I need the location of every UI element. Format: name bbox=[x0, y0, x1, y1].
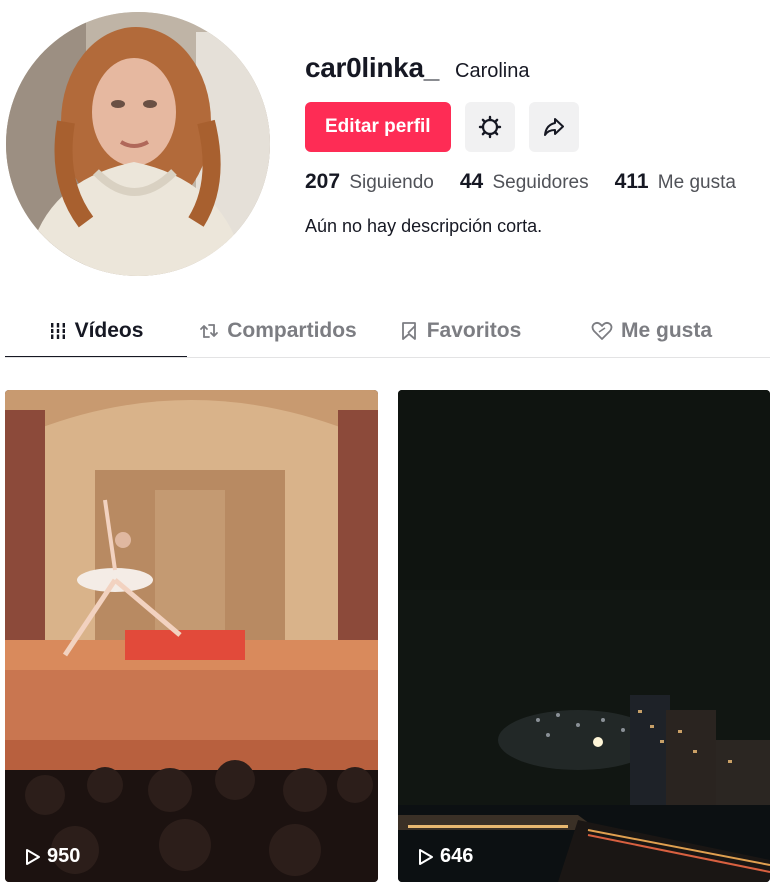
following-count: 207 bbox=[305, 170, 341, 193]
video-card[interactable]: 950 bbox=[5, 390, 378, 882]
tab-label: Me gusta bbox=[621, 319, 713, 342]
tab-liked[interactable]: Me gusta bbox=[551, 305, 770, 357]
gear-icon bbox=[478, 115, 501, 139]
followers-count: 44 bbox=[459, 170, 484, 193]
profile-actions: Editar perfil bbox=[305, 102, 736, 152]
likes-stat: 411 Me gusta bbox=[615, 170, 736, 194]
profile-stats: 207 Siguiendo 44 Seguidores 411 Me gusta bbox=[305, 170, 736, 194]
profile-bio: Aún no hay descripción corta. bbox=[305, 216, 543, 236]
profile-tabs: Vídeos Compartidos Favoritos Me gusta bbox=[5, 305, 770, 358]
play-icon bbox=[26, 848, 40, 865]
video-thumbnail-fireworks bbox=[398, 390, 770, 882]
profile-info: car0linka_ Carolina Editar perfil 207 Si… bbox=[305, 52, 736, 237]
view-count: 950 bbox=[25, 845, 80, 868]
video-thumbnail-ballet bbox=[5, 390, 378, 882]
view-count-value: 950 bbox=[47, 845, 81, 867]
name-row: car0linka_ Carolina bbox=[305, 52, 736, 88]
settings-button[interactable] bbox=[464, 102, 515, 152]
tab-reposts[interactable]: Compartidos bbox=[187, 305, 369, 357]
heart-icon bbox=[591, 321, 613, 340]
share-profile-button[interactable] bbox=[528, 102, 579, 152]
tab-label: Compartidos bbox=[227, 319, 357, 342]
followers-label: Seguidores bbox=[492, 172, 589, 193]
tab-videos[interactable]: Vídeos bbox=[5, 305, 187, 357]
view-count-value: 646 bbox=[440, 845, 474, 867]
tab-label: Vídeos bbox=[74, 319, 144, 342]
grid-icon bbox=[48, 323, 67, 339]
following-label: Siguiendo bbox=[349, 172, 434, 193]
play-icon bbox=[419, 848, 433, 865]
video-card[interactable]: 646 bbox=[398, 390, 770, 882]
avatar-image bbox=[6, 12, 270, 276]
likes-label: Me gusta bbox=[657, 172, 736, 193]
username: car0linka_ bbox=[305, 52, 439, 83]
likes-count: 411 bbox=[614, 170, 649, 193]
view-count: 646 bbox=[418, 845, 473, 868]
edit-profile-button[interactable]: Editar perfil bbox=[305, 102, 451, 152]
followers-stat[interactable]: 44 Seguidores bbox=[460, 170, 589, 194]
tab-favorites[interactable]: Favoritos bbox=[369, 305, 551, 357]
repost-icon bbox=[200, 324, 219, 338]
tab-label: Favoritos bbox=[426, 319, 522, 342]
nickname: Carolina bbox=[455, 60, 530, 82]
avatar[interactable] bbox=[6, 12, 270, 276]
following-stat[interactable]: 207 Siguiendo bbox=[305, 170, 434, 194]
bookmark-icon bbox=[401, 322, 416, 340]
share-icon bbox=[543, 118, 564, 136]
